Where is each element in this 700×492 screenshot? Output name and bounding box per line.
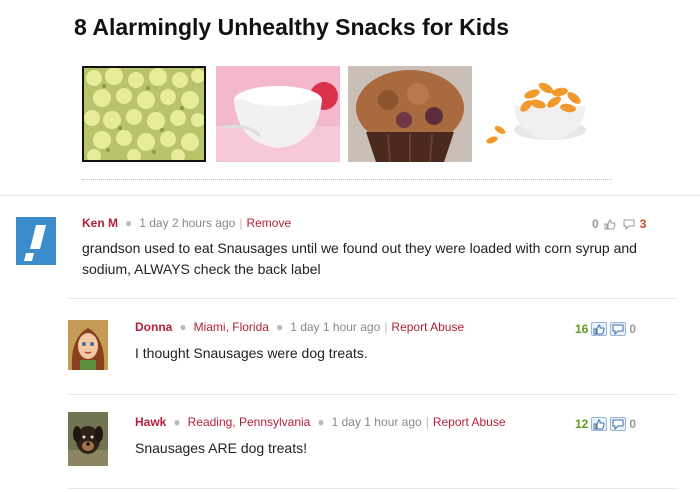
comment-time: 1 day 1 hour ago bbox=[331, 415, 422, 429]
default-avatar-icon[interactable] bbox=[16, 217, 56, 265]
dislike-count: 0 bbox=[629, 417, 637, 431]
dog-photo-avatar[interactable] bbox=[68, 412, 108, 466]
separator-dot: ● bbox=[275, 320, 284, 334]
separator-bar: | bbox=[425, 415, 429, 429]
thumbs-up-icon[interactable] bbox=[591, 417, 608, 431]
separator-dot: ● bbox=[179, 320, 187, 334]
separator-bar: | bbox=[384, 320, 388, 334]
divider bbox=[82, 179, 612, 180]
article-title: 8 Alarmingly Unhealthy Snacks for Kids bbox=[74, 14, 509, 40]
comment-text: grandson used to eat Snausages until we … bbox=[82, 240, 637, 277]
yogurt-thumbnail[interactable] bbox=[216, 66, 340, 162]
vote-controls: 16 0 bbox=[575, 322, 636, 336]
comment-text: Snausages ARE dog treats! bbox=[135, 440, 307, 456]
comment-author[interactable]: Hawk bbox=[135, 415, 166, 429]
vote-controls: 12 0 bbox=[575, 417, 636, 431]
separator-bar: | bbox=[239, 216, 243, 230]
separator-dot: ● bbox=[317, 415, 325, 429]
comment-location: Miami, Florida bbox=[193, 320, 269, 334]
thumbs-down-icon[interactable] bbox=[610, 322, 627, 336]
divider bbox=[68, 298, 678, 299]
like-count: 16 bbox=[575, 322, 589, 336]
like-count: 12 bbox=[575, 417, 589, 431]
thumbs-down-icon[interactable] bbox=[621, 217, 637, 231]
report-abuse-link[interactable]: Report Abuse bbox=[433, 415, 506, 429]
popcorn-thumbnail[interactable] bbox=[82, 66, 206, 162]
thumbs-down-icon[interactable] bbox=[610, 417, 627, 431]
comment-time: 1 day 2 hours ago bbox=[139, 216, 236, 230]
separator-dot: ● bbox=[173, 415, 181, 429]
divider bbox=[68, 394, 678, 395]
vote-controls: 0 3 bbox=[592, 217, 646, 231]
comment-text: I thought Snausages were dog treats. bbox=[135, 345, 368, 361]
muffin-thumbnail[interactable] bbox=[348, 66, 472, 162]
cartoon-woman-avatar[interactable] bbox=[68, 320, 108, 370]
remove-link[interactable]: Remove bbox=[246, 216, 291, 230]
dislike-count: 3 bbox=[639, 217, 647, 231]
comment-time: 1 day 1 hour ago bbox=[290, 320, 381, 334]
cheese-puffs-thumbnail[interactable] bbox=[480, 66, 604, 162]
comment-meta: Hawk ● Reading, Pennsylvania ● 1 day 1 hour … bbox=[135, 415, 506, 429]
comment-location: Reading, Pennsylvania bbox=[187, 415, 311, 429]
separator-dot: ● bbox=[125, 216, 133, 230]
divider bbox=[0, 195, 700, 196]
comment-meta: Donna ● Miami, Florida ● 1 day 1 hour ago | Re… bbox=[135, 320, 464, 334]
thumbs-up-icon[interactable] bbox=[602, 217, 618, 231]
comment-author[interactable]: Ken M bbox=[82, 216, 118, 230]
comment-author[interactable]: Donna bbox=[135, 320, 172, 334]
divider bbox=[68, 488, 678, 489]
report-abuse-link[interactable]: Report Abuse bbox=[391, 320, 464, 334]
like-count: 0 bbox=[592, 217, 599, 231]
dislike-count: 0 bbox=[629, 322, 637, 336]
thumbnail-strip bbox=[82, 66, 612, 164]
comment-meta: Ken M ● 1 day 2 hours ago | Remove bbox=[82, 216, 291, 230]
thumbs-up-icon[interactable] bbox=[591, 322, 608, 336]
